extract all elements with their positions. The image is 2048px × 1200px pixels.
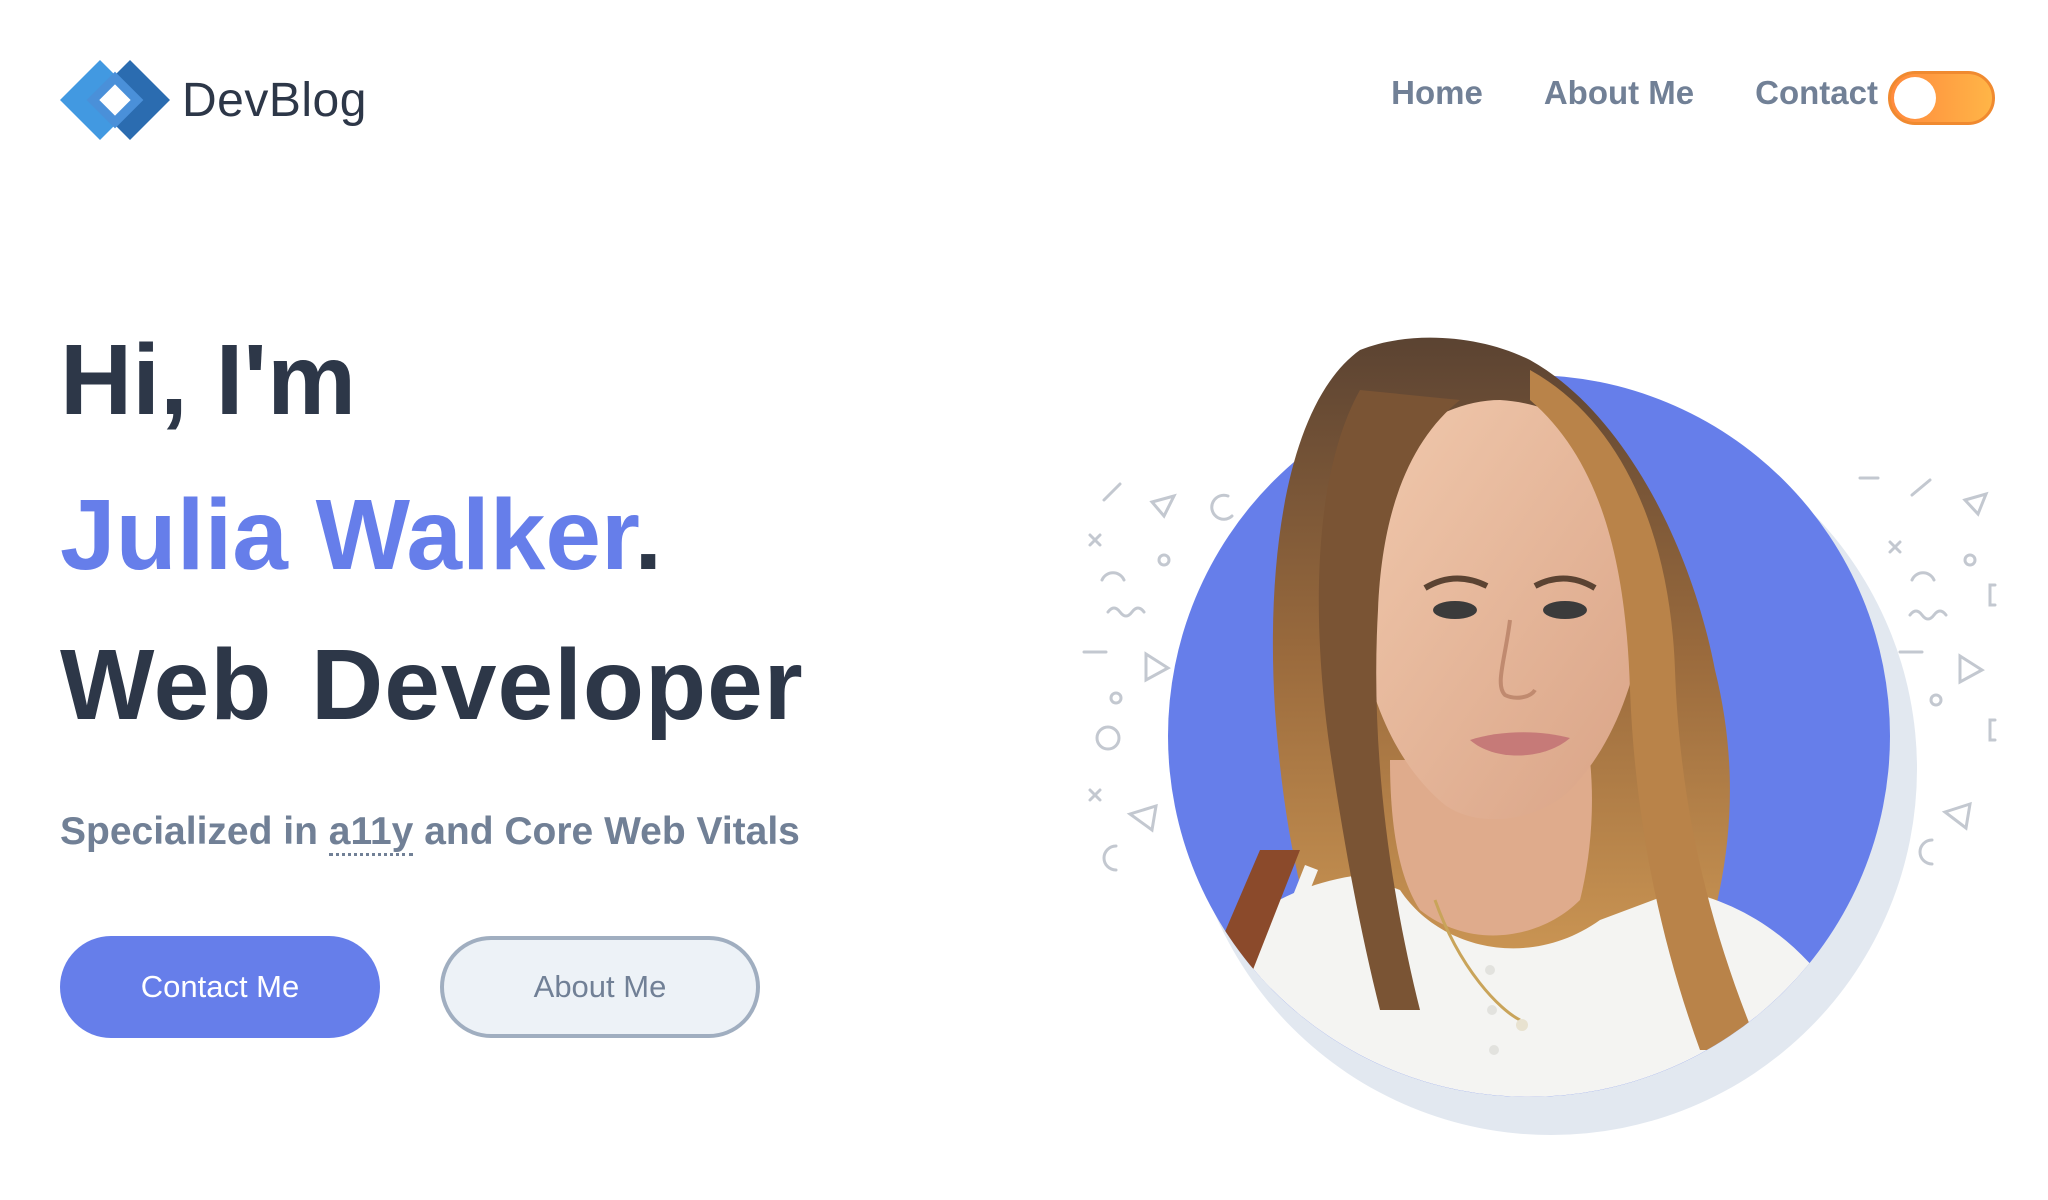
diamond-chain-logo-icon xyxy=(60,60,170,140)
nav-about-link[interactable]: About Me xyxy=(1544,74,1694,112)
tagline-prefix: Specialized in xyxy=(60,810,329,853)
hero-portrait-area xyxy=(1060,290,2020,1135)
main-nav: Home About Me Contact xyxy=(1330,74,1878,112)
toggle-knob xyxy=(1894,77,1936,119)
contact-me-button[interactable]: Contact Me xyxy=(60,936,380,1038)
nav-home-link[interactable]: Home xyxy=(1391,74,1483,112)
hero-tagline: Specialized in a11y and Core Web Vitals xyxy=(60,810,800,856)
hero-name-line: Julia Walker. xyxy=(60,485,662,585)
hero-name-period: . xyxy=(634,479,663,591)
theme-toggle-switch[interactable] xyxy=(1888,71,1995,125)
brand-logo-link[interactable]: DevBlog xyxy=(60,60,367,140)
hero-greeting: Hi, I'm xyxy=(60,324,357,436)
brand-name: DevBlog xyxy=(182,73,367,127)
nav-contact-link[interactable]: Contact xyxy=(1755,74,1878,112)
tagline-suffix: and Core Web Vitals xyxy=(413,810,800,853)
a11y-abbreviation[interactable]: a11y xyxy=(328,810,414,856)
portrait-photo xyxy=(1168,337,1890,1097)
about-me-button[interactable]: About Me xyxy=(440,936,760,1038)
site-header: DevBlog Home About Me Contact xyxy=(0,0,2048,200)
hero-name: Julia Walker xyxy=(60,479,635,591)
hero-role: Web Developer xyxy=(60,629,804,741)
